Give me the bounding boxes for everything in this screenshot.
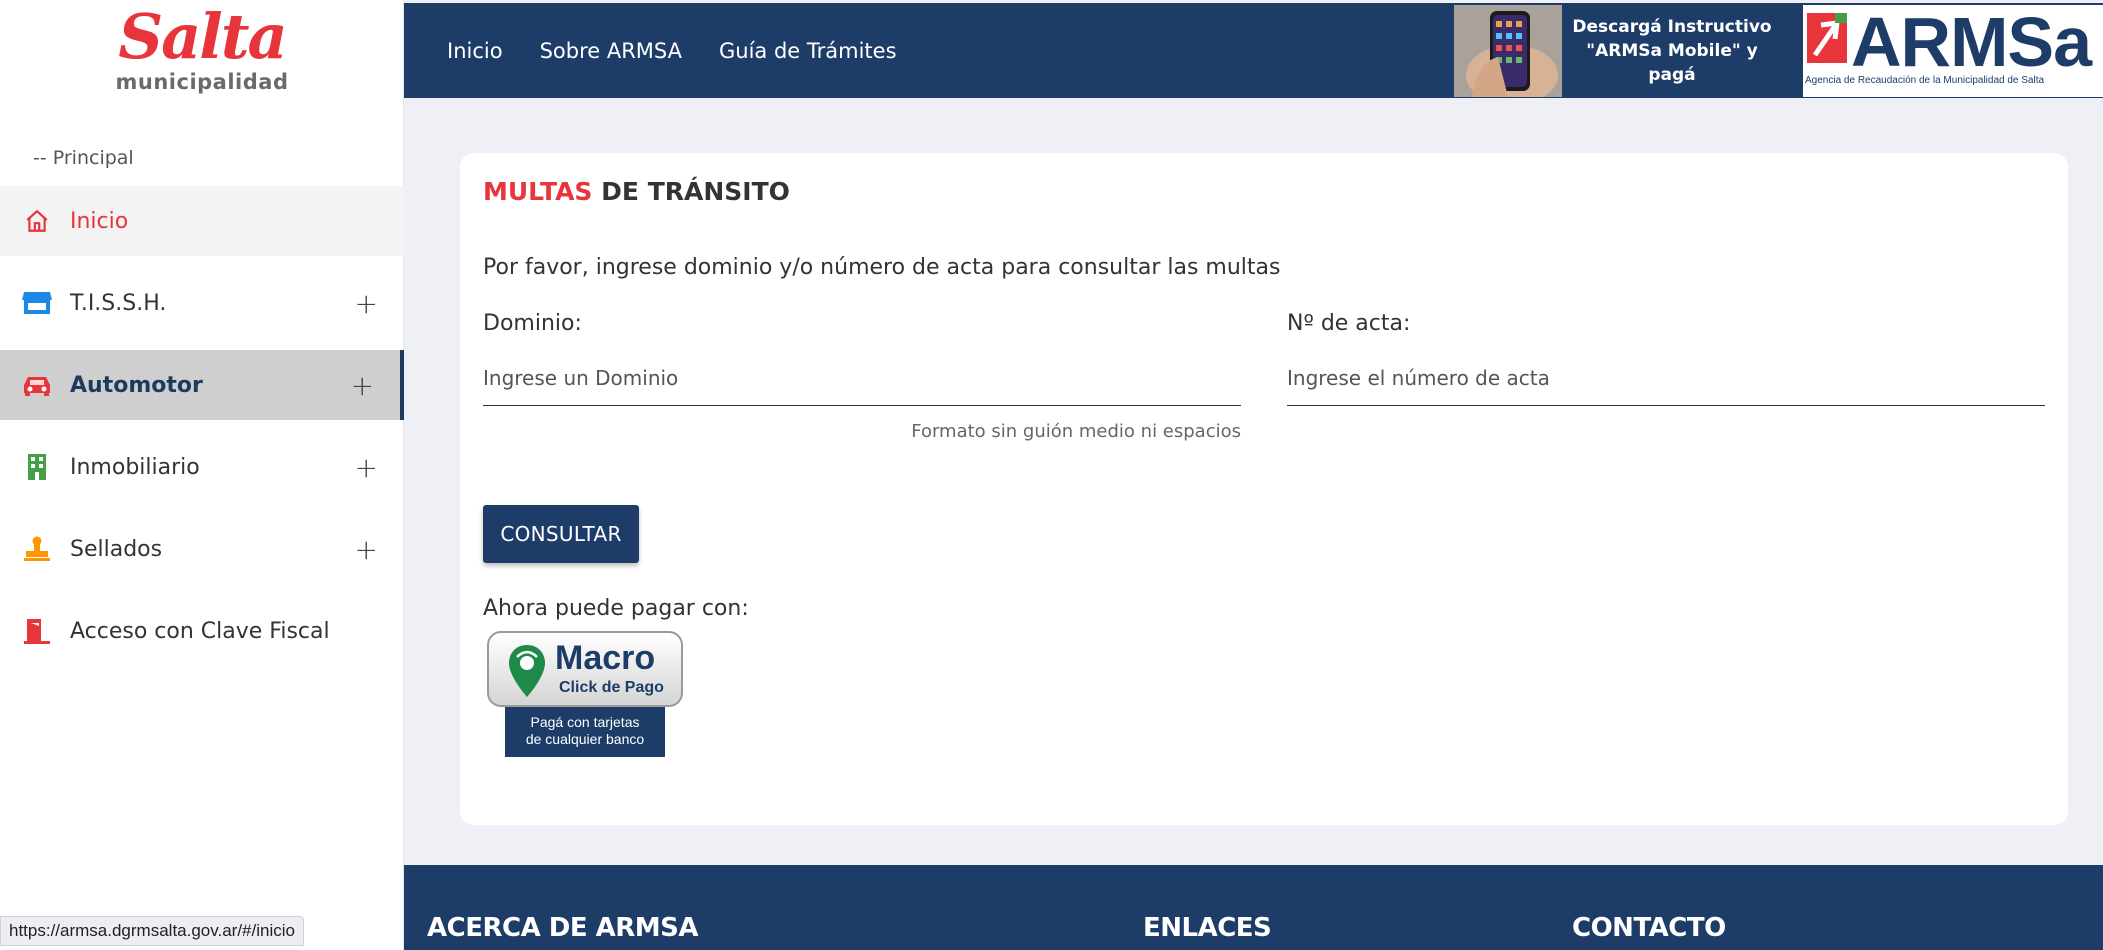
nav-link-inicio[interactable]: Inicio: [447, 39, 503, 63]
page-title: MULTAS DE TRÁNSITO: [483, 177, 790, 206]
acta-label: Nº de acta:: [1287, 311, 1411, 336]
macro-badge-bottom: Pagá con tarjetas de cualquier banco: [505, 707, 665, 757]
sidebar-item-inicio[interactable]: Inicio: [0, 186, 404, 256]
pay-label: Ahora puede pagar con:: [483, 596, 749, 621]
home-icon: [22, 206, 52, 236]
acta-field: [1287, 350, 2045, 406]
expand-icon[interactable]: +: [351, 369, 374, 402]
dominio-hint: Formato sin guión medio ni espacios: [911, 421, 1241, 442]
sidebar: Salta municipalidad -- Principal Inicio …: [0, 0, 404, 950]
armsa-logo-mark-icon: [1807, 13, 1847, 63]
armsa-logo-subtext: Agencia de Recaudación de la Municipalid…: [1805, 75, 2045, 86]
sidebar-item-label: Sellados: [70, 536, 163, 562]
sidebar-item-label: Inmobiliario: [70, 454, 200, 480]
top-header: Inicio Sobre ARMSA Guía de Trámites Desc…: [404, 3, 2103, 98]
nav-link-sobre-armsa[interactable]: Sobre ARMSA: [540, 39, 682, 63]
armsa-mobile-promo[interactable]: Descargá Instructivo "ARMSa Mobile" y pa…: [1572, 3, 1772, 98]
salta-municipalidad-logo[interactable]: Salta municipalidad: [0, 0, 404, 100]
dominio-field: [483, 350, 1241, 406]
intro-text: Por favor, ingrese dominio y/o número de…: [483, 255, 1281, 280]
section-label: -- Principal: [33, 147, 134, 169]
expand-icon[interactable]: +: [355, 287, 378, 320]
multas-card: MULTAS DE TRÁNSITO Por favor, ingrese do…: [460, 153, 2068, 825]
phone-promo-image[interactable]: [1454, 5, 1562, 97]
macro-badge-top: Macro Click de Pago: [487, 631, 683, 707]
car-icon: [22, 370, 52, 400]
macro-line-1: Pagá con tarjetas: [530, 714, 640, 730]
sidebar-item-label: T.I.S.S.H.: [70, 290, 167, 316]
acta-input[interactable]: [1287, 350, 2045, 405]
sidebar-item-label: Acceso con Clave Fiscal: [70, 618, 330, 644]
door-exit-icon: [22, 616, 52, 646]
footer-heading-acerca: ACERCA DE ARMSA: [427, 913, 699, 943]
dominio-input[interactable]: [483, 350, 1241, 405]
sidebar-item-label: Inicio: [70, 208, 129, 234]
footer-heading-enlaces: ENLACES: [1143, 913, 1272, 943]
footer-heading-contacto: CONTACTO: [1572, 913, 1726, 943]
promo-line-2: "ARMSa Mobile" y pagá: [1586, 40, 1758, 85]
sidebar-item-tissh[interactable]: T.I.S.S.H. +: [0, 268, 404, 338]
macro-sub: Click de Pago: [559, 679, 664, 696]
logo-subtitle: municipalidad: [115, 70, 289, 94]
expand-icon[interactable]: +: [355, 533, 378, 566]
store-icon: [22, 288, 52, 318]
sidebar-item-automotor[interactable]: Automotor +: [0, 350, 404, 420]
sidebar-item-inmobiliario[interactable]: Inmobiliario +: [0, 432, 404, 502]
sidebar-item-clave-fiscal[interactable]: Acceso con Clave Fiscal: [0, 596, 404, 666]
nav-link-guia-tramites[interactable]: Guía de Trámites: [719, 39, 897, 63]
footer: ACERCA DE ARMSA ENLACES CONTACTO: [404, 865, 2103, 950]
armsa-logo-text: ARMSa: [1851, 3, 2092, 81]
macro-line-2: de cualquier banco: [525, 731, 645, 747]
armsa-logo[interactable]: ARMSa Agencia de Recaudación de la Munic…: [1803, 5, 2103, 97]
macro-click-de-pago-badge[interactable]: Macro Click de Pago Pagá con tarjetas de…: [487, 631, 683, 761]
logo-brand: Salta: [118, 0, 287, 73]
consultar-button[interactable]: CONSULTAR: [483, 505, 639, 563]
macro-name: Macro: [555, 639, 656, 677]
stamp-icon: [22, 534, 52, 564]
page-title-highlight: MULTAS: [483, 177, 593, 206]
top-nav: Inicio Sobre ARMSA Guía de Trámites: [447, 3, 897, 98]
status-bar-url: https://armsa.dgrmsalta.gov.ar/#/inicio: [0, 916, 304, 946]
sidebar-item-sellados[interactable]: Sellados +: [0, 514, 404, 584]
location-pin-icon: [507, 643, 547, 699]
sidebar-item-label: Automotor: [70, 372, 203, 398]
promo-line-1: Descargá Instructivo: [1572, 16, 1772, 37]
building-icon: [22, 452, 52, 482]
expand-icon[interactable]: +: [355, 451, 378, 484]
dominio-label: Dominio:: [483, 311, 582, 336]
page-title-rest: DE TRÁNSITO: [601, 177, 790, 206]
